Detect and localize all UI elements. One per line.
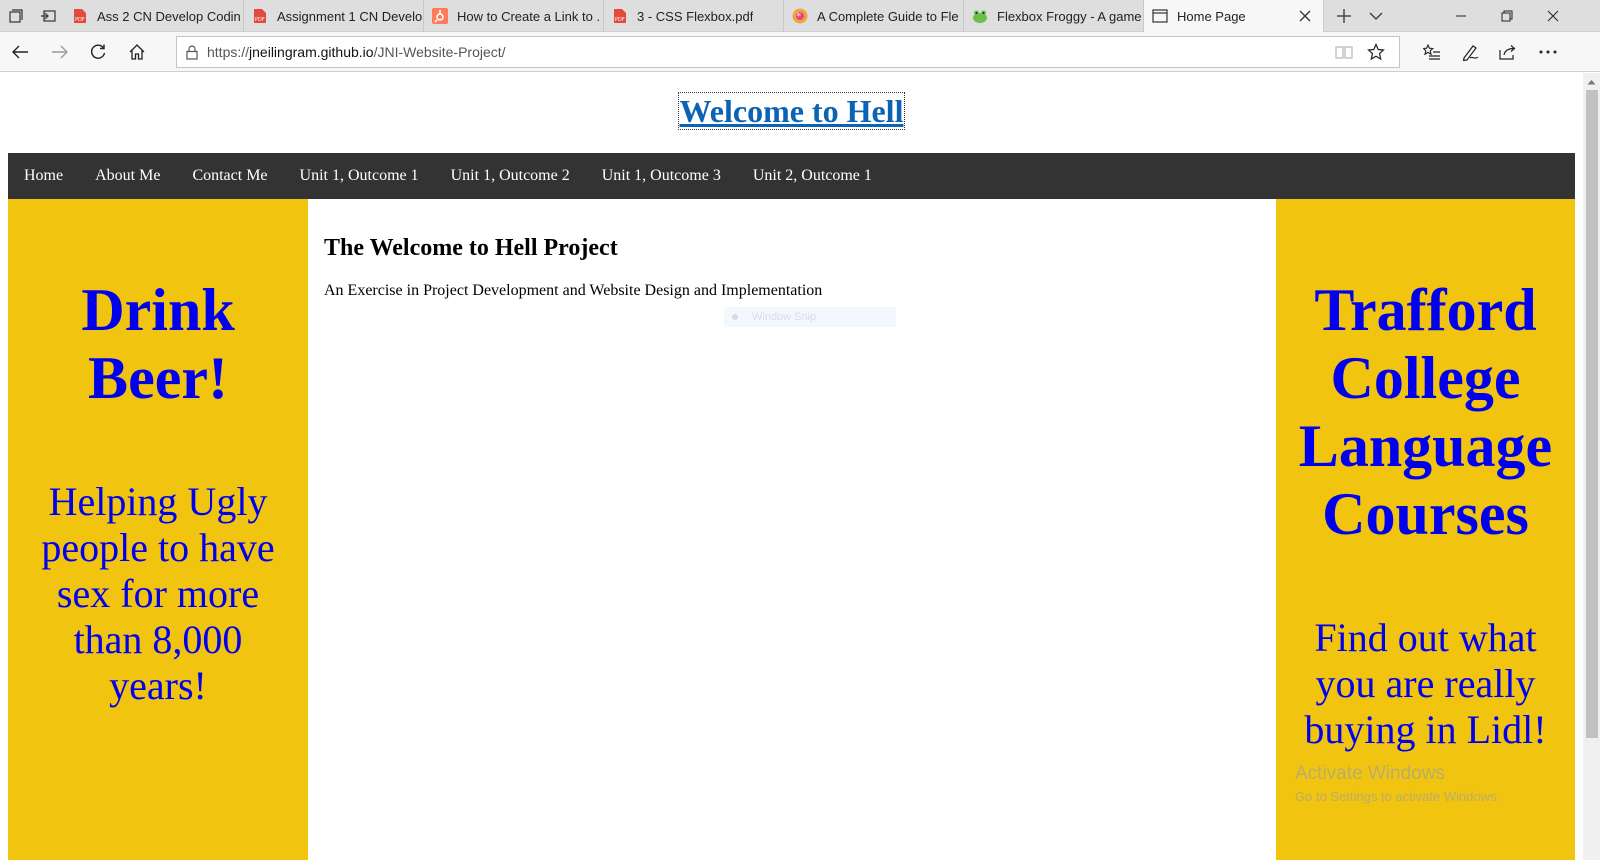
css-tricks-icon: * bbox=[792, 8, 808, 24]
left-ad-sub-line: people to have bbox=[41, 525, 275, 570]
nav-link-home[interactable]: Home bbox=[24, 167, 63, 185]
svg-text:*: * bbox=[797, 12, 802, 22]
web-note-pen-icon[interactable] bbox=[1454, 36, 1486, 68]
vertical-scrollbar[interactable] bbox=[1583, 73, 1600, 860]
froggy-icon bbox=[972, 8, 988, 24]
back-arrow-icon[interactable] bbox=[4, 36, 36, 68]
home-icon[interactable] bbox=[121, 36, 153, 68]
right-ad-headline-line: Language bbox=[1298, 413, 1553, 479]
favorites-hub-icon[interactable] bbox=[1416, 36, 1448, 68]
snip-dot-icon bbox=[732, 314, 738, 320]
left-ad-sub-line: years! bbox=[109, 663, 207, 708]
nav-link-unit2-outcome1[interactable]: Unit 2, Outcome 1 bbox=[753, 167, 872, 185]
close-tab-icon[interactable] bbox=[1297, 8, 1313, 24]
address-toolbar: https://jneilingram.github.io/JNI-Websit… bbox=[0, 32, 1600, 72]
close-window-icon[interactable] bbox=[1530, 0, 1576, 32]
left-ad-headline-line: Beer! bbox=[88, 345, 228, 411]
left-ad-sub-line: Helping Ugly bbox=[48, 479, 268, 524]
pdf-icon: PDF bbox=[612, 8, 628, 24]
activate-windows-title: Activate Windows bbox=[1295, 763, 1445, 784]
right-ad-sub-line: Find out what bbox=[1314, 615, 1537, 660]
pdf-icon: PDF bbox=[72, 8, 88, 24]
svg-text:PDF: PDF bbox=[75, 17, 85, 23]
restore-icon[interactable] bbox=[1484, 0, 1530, 32]
right-ad-headline-line: Trafford bbox=[1314, 277, 1537, 343]
left-ad-sub-line: than 8,000 bbox=[73, 617, 243, 662]
url-path: /JNI-Website-Project/ bbox=[373, 44, 506, 60]
nav-link-unit1-outcome3[interactable]: Unit 1, Outcome 3 bbox=[602, 167, 721, 185]
web-page: Welcome to Hell Home About Me Contact Me… bbox=[0, 73, 1583, 860]
nav-link-about-me[interactable]: About Me bbox=[95, 167, 160, 185]
pdf-icon: PDF bbox=[252, 8, 268, 24]
svg-text:PDF: PDF bbox=[255, 17, 265, 23]
main-heading: The Welcome to Hell Project bbox=[324, 235, 618, 261]
tab-label: 3 - CSS Flexbox.pdf bbox=[637, 8, 754, 24]
right-ad-sub-line: you are really bbox=[1315, 661, 1536, 706]
url-prefix: https:// bbox=[207, 44, 250, 60]
activate-windows-watermark: Activate Windows Go to Settings to activ… bbox=[1295, 763, 1500, 804]
tab-css-flexbox-pdf[interactable]: PDF 3 - CSS Flexbox.pdf bbox=[604, 0, 784, 32]
tab-label: Flexbox Froggy - A game bbox=[997, 8, 1142, 24]
scroll-up-arrow-icon[interactable] bbox=[1583, 73, 1600, 90]
window-snip-label: Window Snip bbox=[752, 311, 817, 323]
window-snip-tooltip: Window Snip bbox=[724, 307, 896, 327]
tab-how-to-link[interactable]: How to Create a Link to . bbox=[424, 0, 604, 32]
page-header: Welcome to Hell bbox=[0, 92, 1583, 130]
right-ad-headline-line: Courses bbox=[1322, 481, 1529, 547]
scrollbar-thumb[interactable] bbox=[1586, 90, 1598, 738]
url-host: jneilingram.github.io bbox=[249, 44, 374, 60]
activate-windows-subtitle: Go to Settings to activate Windows. bbox=[1295, 789, 1501, 804]
address-bar[interactable]: https://jneilingram.github.io/JNI-Websit… bbox=[176, 36, 1400, 68]
nav-link-unit1-outcome2[interactable]: Unit 1, Outcome 2 bbox=[451, 167, 570, 185]
nav-link-unit1-outcome1[interactable]: Unit 1, Outcome 1 bbox=[300, 167, 419, 185]
tab-actions-icon[interactable] bbox=[0, 0, 32, 32]
right-ad-subtext: Find out what you are really buying in L… bbox=[1276, 615, 1575, 753]
reading-view-icon[interactable] bbox=[1333, 41, 1355, 63]
url-text[interactable]: https://jneilingram.github.io/JNI-Websit… bbox=[207, 44, 506, 60]
page-icon bbox=[1152, 8, 1168, 24]
right-ad-headline: Trafford College Language Courses bbox=[1276, 276, 1575, 548]
tab-label: How to Create a Link to . bbox=[457, 8, 601, 24]
tab-assignment1[interactable]: PDF Assignment 1 CN Develo bbox=[244, 0, 424, 32]
right-ad-headline-line: College bbox=[1330, 345, 1521, 411]
left-ad-subtext: Helping Ugly people to have sex for more… bbox=[8, 479, 308, 709]
tab-flexbox-guide[interactable]: * A Complete Guide to Fle bbox=[784, 0, 964, 32]
left-ad-headline: Drink Beer! bbox=[8, 276, 308, 412]
tab-label: Ass 2 CN Develop Codin bbox=[97, 8, 241, 24]
nav-link-contact-me[interactable]: Contact Me bbox=[192, 167, 267, 185]
tab-preview-chevron-down-icon[interactable] bbox=[1360, 0, 1392, 32]
tab-label: Home Page bbox=[1177, 8, 1246, 24]
tab-flexbox-froggy[interactable]: Flexbox Froggy - A game bbox=[964, 0, 1144, 32]
favorite-star-icon[interactable] bbox=[1365, 41, 1387, 63]
tab-label: A Complete Guide to Fle bbox=[817, 8, 959, 24]
main-content: The Welcome to Hell Project An Exercise … bbox=[308, 199, 1276, 860]
left-ad-sub-line: sex for more bbox=[56, 571, 260, 616]
new-tab-icon[interactable] bbox=[1328, 0, 1360, 32]
tab-ass2[interactable]: PDF Ass 2 CN Develop Codin bbox=[64, 0, 244, 32]
share-icon[interactable] bbox=[1492, 36, 1524, 68]
forward-arrow-icon[interactable] bbox=[44, 36, 76, 68]
tab-bar: PDF Ass 2 CN Develop Codin PDF Assignmen… bbox=[0, 0, 1600, 32]
tab-home-page[interactable]: Home Page bbox=[1144, 0, 1324, 32]
lock-icon[interactable] bbox=[177, 37, 207, 67]
page-title-link[interactable]: Welcome to Hell bbox=[677, 92, 906, 130]
tab-label: Assignment 1 CN Develo bbox=[277, 8, 423, 24]
left-ad-headline-line: Drink bbox=[81, 277, 235, 343]
right-ad-sub-line: buying in Lidl! bbox=[1304, 707, 1547, 752]
minimize-icon[interactable] bbox=[1438, 0, 1484, 32]
hubspot-icon bbox=[432, 8, 448, 24]
svg-text:PDF: PDF bbox=[615, 17, 625, 23]
refresh-icon[interactable] bbox=[82, 36, 114, 68]
more-options-icon[interactable] bbox=[1532, 36, 1564, 68]
right-ad-panel: Trafford College Language Courses Find o… bbox=[1276, 199, 1575, 860]
left-ad-panel: Drink Beer! Helping Ugly people to have … bbox=[8, 199, 308, 860]
set-aside-tabs-icon[interactable] bbox=[32, 0, 64, 32]
top-navigation: Home About Me Contact Me Unit 1, Outcome… bbox=[8, 153, 1575, 199]
main-description: An Exercise in Project Development and W… bbox=[324, 282, 823, 299]
